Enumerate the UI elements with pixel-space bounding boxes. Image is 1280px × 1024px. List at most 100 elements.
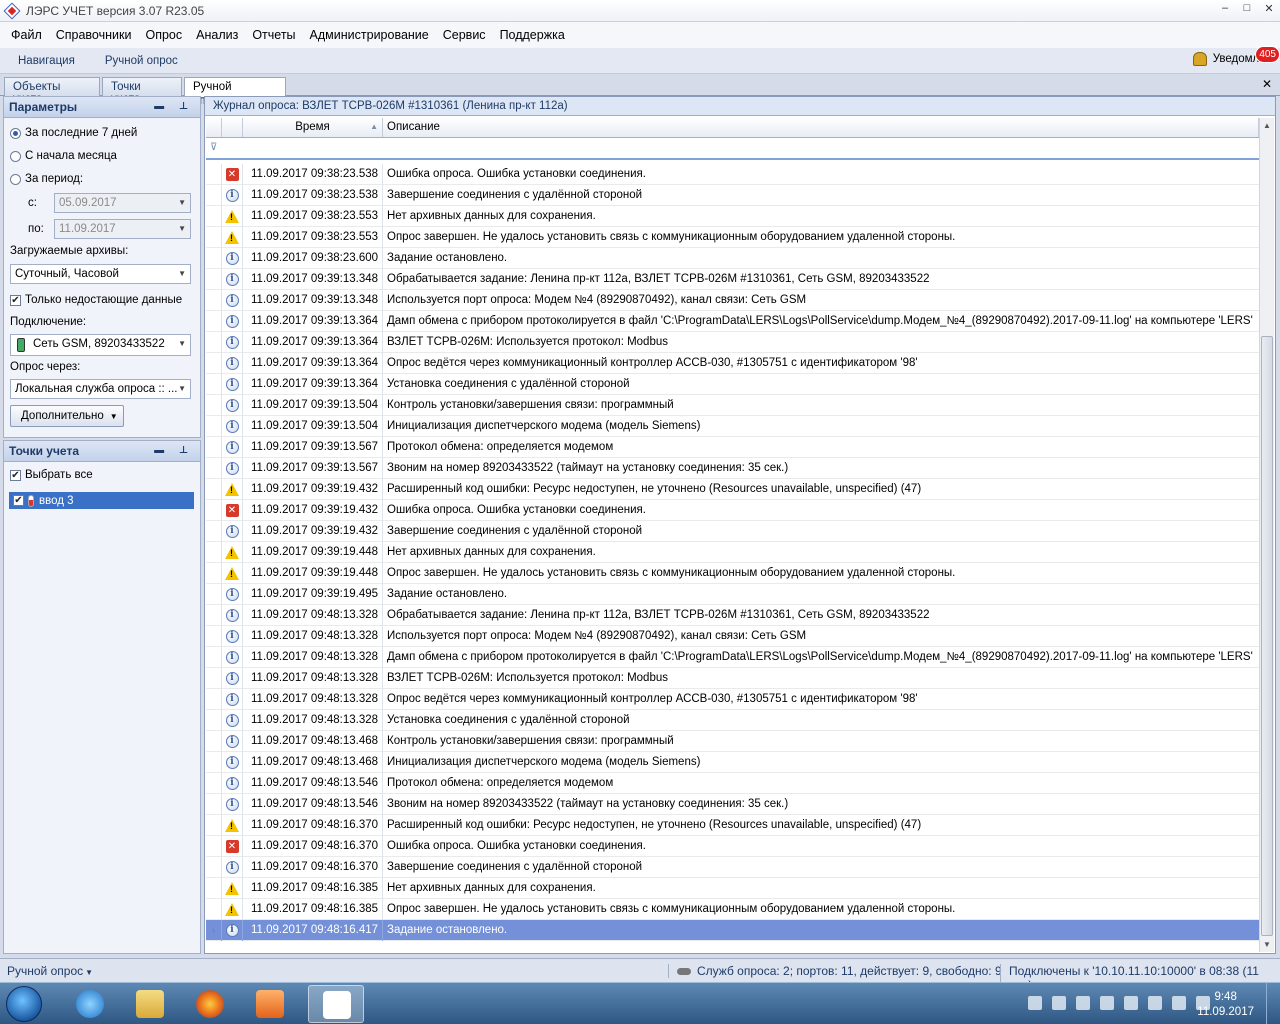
tray-monitor-icon[interactable] bbox=[1100, 996, 1114, 1010]
row-selector[interactable] bbox=[206, 730, 222, 752]
row-selector[interactable] bbox=[206, 415, 222, 437]
close-document-icon[interactable]: ✕ bbox=[1262, 77, 1272, 91]
table-row[interactable]: i 11.09.2017 09:39:19.495 Задание остановл… bbox=[206, 583, 1259, 605]
col-time-header[interactable]: Время ▲ bbox=[243, 118, 383, 137]
table-row[interactable]: i 11.09.2017 09:39:13.364 Опрос ведётся че… bbox=[206, 352, 1259, 374]
row-selector[interactable] bbox=[206, 625, 222, 647]
row-selector[interactable] bbox=[206, 562, 222, 584]
maximize-button[interactable]: □ bbox=[1240, 2, 1254, 15]
table-row[interactable]: ! 11.09.2017 09:48:16.385 Опрос завершен. … bbox=[206, 898, 1259, 920]
row-selector[interactable] bbox=[206, 373, 222, 395]
panel-pin-icon[interactable]: ▬ ⊥ bbox=[154, 101, 194, 112]
taskbar-firefox[interactable] bbox=[182, 985, 238, 1023]
radio-last-7-days[interactable]: За последние 7 дней bbox=[10, 127, 137, 139]
table-row[interactable]: i 11.09.2017 09:39:13.364 ВЗЛЕТ ТСРВ-026М:… bbox=[206, 331, 1259, 353]
radio-period[interactable]: За период: bbox=[10, 173, 83, 185]
row-selector[interactable] bbox=[206, 646, 222, 668]
row-selector[interactable] bbox=[206, 541, 222, 563]
checkbox-icon[interactable]: ✔ bbox=[13, 495, 24, 506]
row-selector[interactable] bbox=[206, 457, 222, 479]
row-selector[interactable] bbox=[206, 352, 222, 374]
scroll-up-icon[interactable]: ▲ bbox=[1263, 121, 1271, 130]
menu-poll[interactable]: Опрос bbox=[138, 28, 189, 42]
row-selector[interactable] bbox=[206, 604, 222, 626]
row-selector[interactable] bbox=[206, 772, 222, 794]
row-selector[interactable] bbox=[206, 394, 222, 416]
table-row[interactable]: i 11.09.2017 09:38:23.600 Задание остановл… bbox=[206, 247, 1259, 269]
table-row[interactable]: ! 11.09.2017 09:48:16.370 Расширенный код … bbox=[206, 814, 1259, 836]
table-row[interactable]: i 11.09.2017 09:48:13.328 Используется пор… bbox=[206, 625, 1259, 647]
status-mode-dropdown[interactable]: Ручной опрос ▼ bbox=[7, 964, 93, 978]
row-selector[interactable] bbox=[206, 436, 222, 458]
row-selector[interactable] bbox=[206, 583, 222, 605]
vertical-scrollbar[interactable]: ▲ ▼ bbox=[1259, 118, 1274, 952]
connection-select[interactable]: Сеть GSM, 89203433522 ▼ bbox=[10, 334, 191, 356]
start-button[interactable] bbox=[6, 986, 42, 1022]
tab-metering-points[interactable]: Точки учета bbox=[102, 77, 182, 105]
panel-pin-icon[interactable]: ▬ ⊥ bbox=[154, 445, 194, 456]
table-row[interactable]: › i 11.09.2017 09:48:16.417 Задание останов… bbox=[206, 919, 1259, 941]
table-row[interactable]: i 11.09.2017 09:39:13.567 Протокол обмена:… bbox=[206, 436, 1259, 458]
table-row[interactable]: ✕ 11.09.2017 09:38:23.538 Ошибка опроса. О… bbox=[206, 163, 1259, 185]
notifications-button[interactable]: Уведомлен 405 bbox=[1192, 46, 1280, 66]
close-button[interactable]: ✕ bbox=[1262, 2, 1276, 15]
only-missing-checkbox[interactable]: ✔ Только недостающие данные bbox=[10, 294, 182, 306]
table-row[interactable]: ✕ 11.09.2017 09:39:19.432 Ошибка опроса. О… bbox=[206, 499, 1259, 521]
menu-reports[interactable]: Отчеты bbox=[245, 28, 302, 42]
table-row[interactable]: ! 11.09.2017 09:39:19.432 Расширенный код … bbox=[206, 478, 1259, 500]
table-row[interactable]: i 11.09.2017 09:48:16.370 Завершение соеди… bbox=[206, 856, 1259, 878]
menu-file[interactable]: Файл bbox=[4, 28, 49, 42]
tray-tools-icon[interactable] bbox=[1124, 996, 1138, 1010]
row-selector[interactable] bbox=[206, 268, 222, 290]
table-row[interactable]: i 11.09.2017 09:48:13.328 ВЗЛЕТ ТСРВ-026М:… bbox=[206, 667, 1259, 689]
row-selector[interactable] bbox=[206, 520, 222, 542]
table-row[interactable]: i 11.09.2017 09:39:13.364 Дамп обмена с пр… bbox=[206, 310, 1259, 332]
row-selector[interactable] bbox=[206, 499, 222, 521]
table-row[interactable]: i 11.09.2017 09:39:13.348 Используется пор… bbox=[206, 289, 1259, 311]
row-selector[interactable] bbox=[206, 856, 222, 878]
table-row[interactable]: ! 11.09.2017 09:38:23.553 Нет архивных дан… bbox=[206, 205, 1259, 227]
table-row[interactable]: i 11.09.2017 09:48:13.546 Протокол обмена:… bbox=[206, 772, 1259, 794]
row-selector[interactable]: › bbox=[206, 919, 222, 941]
tray-app-icon[interactable] bbox=[1052, 996, 1066, 1010]
row-selector[interactable] bbox=[206, 247, 222, 269]
tray-flag-icon[interactable] bbox=[1148, 996, 1162, 1010]
filter-row[interactable]: ⊽ bbox=[206, 138, 1259, 160]
row-selector[interactable] bbox=[206, 289, 222, 311]
table-row[interactable]: i 11.09.2017 09:48:13.328 Установка соедин… bbox=[206, 709, 1259, 731]
show-desktop-button[interactable] bbox=[1266, 983, 1280, 1024]
nav-navigation[interactable]: Навигация bbox=[0, 55, 87, 67]
taskbar-clock[interactable]: 9:48 11.09.2017 bbox=[1197, 990, 1254, 1020]
table-row[interactable]: i 11.09.2017 09:39:19.432 Завершение соеди… bbox=[206, 520, 1259, 542]
tab-accounting-objects[interactable]: Объекты учета bbox=[4, 77, 100, 105]
more-options-button[interactable]: Дополнительно ▼ bbox=[10, 405, 124, 427]
table-row[interactable]: i 11.09.2017 09:48:13.468 Контроль установ… bbox=[206, 730, 1259, 752]
table-row[interactable]: i 11.09.2017 09:48:13.328 Опрос ведётся че… bbox=[206, 688, 1259, 710]
menu-administration[interactable]: Администрирование bbox=[303, 28, 436, 42]
table-row[interactable]: ! 11.09.2017 09:48:16.385 Нет архивных дан… bbox=[206, 877, 1259, 899]
tab-manual-poll[interactable]: Ручной опрос✕ bbox=[184, 77, 286, 107]
tray-network-icon[interactable] bbox=[1028, 996, 1042, 1010]
table-row[interactable]: ✕ 11.09.2017 09:48:16.370 Ошибка опроса. О… bbox=[206, 835, 1259, 857]
row-selector[interactable] bbox=[206, 709, 222, 731]
taskbar-explorer[interactable] bbox=[122, 985, 178, 1023]
col-desc-header[interactable]: Описание bbox=[383, 118, 1259, 137]
scroll-thumb[interactable] bbox=[1261, 336, 1273, 936]
table-row[interactable]: i 11.09.2017 09:39:13.567 Звоним на номер … bbox=[206, 457, 1259, 479]
row-selector[interactable] bbox=[206, 793, 222, 815]
row-selector[interactable] bbox=[206, 835, 222, 857]
menu-directories[interactable]: Справочники bbox=[49, 28, 139, 42]
tray-vpn-icon[interactable] bbox=[1076, 996, 1090, 1010]
row-selector[interactable] bbox=[206, 310, 222, 332]
table-row[interactable]: i 11.09.2017 09:48:13.546 Звоним на номер … bbox=[206, 793, 1259, 815]
row-selector[interactable] bbox=[206, 478, 222, 500]
table-row[interactable]: i 11.09.2017 09:38:23.538 Завершение соеди… bbox=[206, 184, 1259, 206]
table-row[interactable]: i 11.09.2017 09:48:13.468 Инициализация ди… bbox=[206, 751, 1259, 773]
row-selector[interactable] bbox=[206, 226, 222, 248]
table-row[interactable]: ! 11.09.2017 09:39:19.448 Опрос завершен. … bbox=[206, 562, 1259, 584]
row-selector[interactable] bbox=[206, 667, 222, 689]
minimize-button[interactable]: – bbox=[1218, 2, 1232, 15]
table-row[interactable]: i 11.09.2017 09:39:13.364 Установка соедин… bbox=[206, 373, 1259, 395]
table-row[interactable]: i 11.09.2017 09:39:13.504 Контроль установ… bbox=[206, 394, 1259, 416]
taskbar-lers[interactable] bbox=[308, 985, 364, 1023]
